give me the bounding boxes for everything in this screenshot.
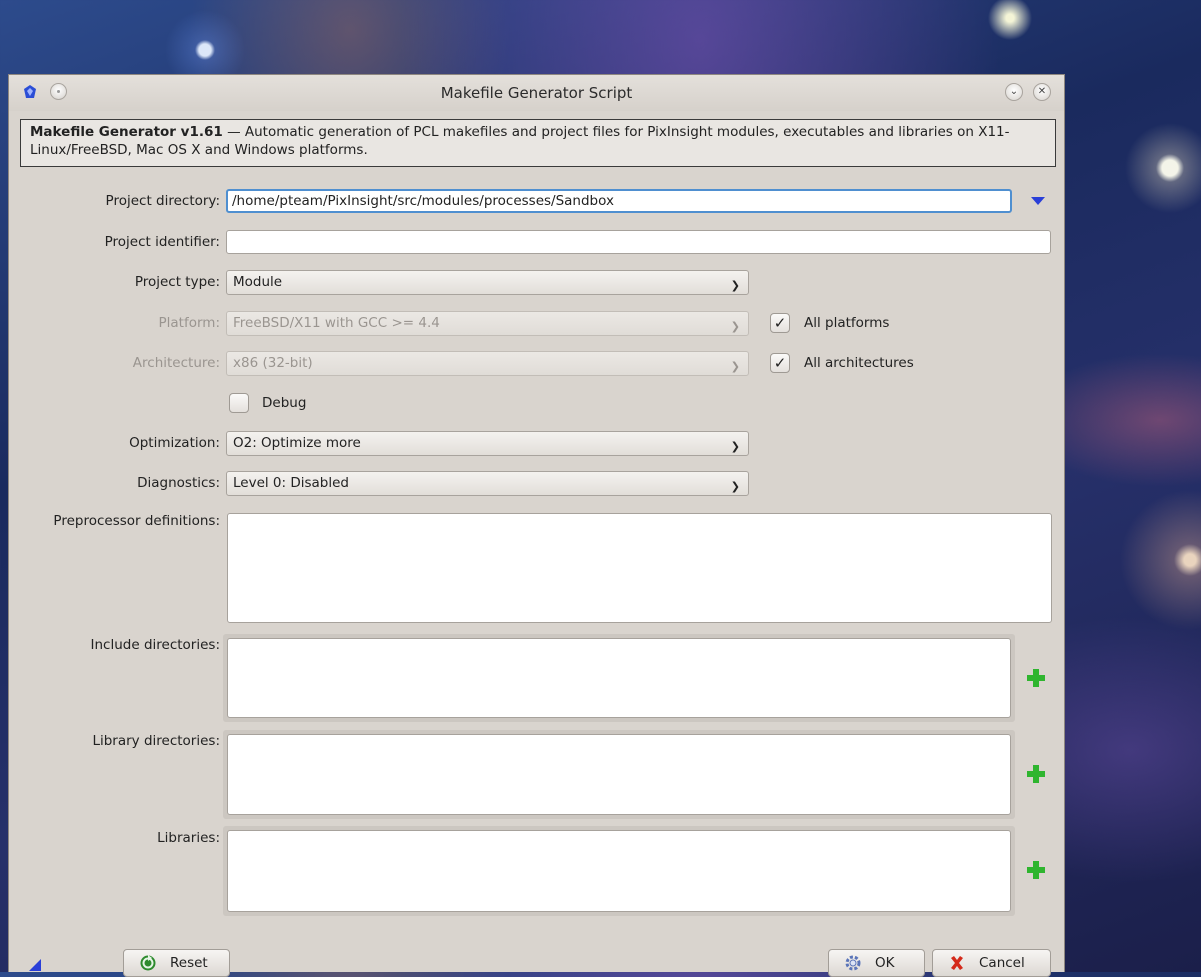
debug-checkbox[interactable] xyxy=(229,393,249,413)
libraries-list[interactable] xyxy=(227,830,1011,912)
chevron-down-icon: ❯ xyxy=(730,480,740,493)
library-directories-list[interactable] xyxy=(227,734,1011,815)
chevron-down-icon: ❯ xyxy=(730,440,740,453)
reset-button[interactable]: Reset xyxy=(123,949,230,977)
window-title: Makefile Generator Script xyxy=(440,84,633,102)
debug-label[interactable]: Debug xyxy=(262,395,306,411)
chevron-down-icon: ❯ xyxy=(730,279,740,292)
optimization-value: O2: Optimize more xyxy=(233,435,361,451)
close-icon: ✕ xyxy=(1037,86,1047,97)
include-directories-list[interactable] xyxy=(227,638,1011,718)
ok-label: OK xyxy=(875,955,895,971)
cancel-button[interactable]: Cancel xyxy=(932,949,1051,977)
project-identifier-label: Project identifier: xyxy=(104,234,220,250)
libraries-label: Libraries: xyxy=(157,830,220,846)
chevron-down-icon: ❯ xyxy=(730,320,740,333)
gear-ok-icon xyxy=(845,955,861,971)
all-architectures-label[interactable]: All architectures xyxy=(804,355,914,371)
platform-select: FreeBSD/X11 with GCC >= 4.4 ❯ xyxy=(226,311,749,336)
platform-value: FreeBSD/X11 with GCC >= 4.4 xyxy=(233,315,440,331)
diagnostics-label: Diagnostics: xyxy=(137,475,220,491)
preprocessor-label: Preprocessor definitions: xyxy=(53,513,220,529)
project-type-value: Module xyxy=(233,274,283,290)
reset-icon xyxy=(140,955,156,971)
ok-button[interactable]: OK xyxy=(828,949,925,977)
optimization-label: Optimization: xyxy=(129,435,220,451)
preprocessor-textarea[interactable] xyxy=(227,513,1052,623)
add-library-directory-button[interactable] xyxy=(1027,765,1045,783)
diagnostics-select[interactable]: Level 0: Disabled ❯ xyxy=(226,471,749,496)
checkmark-icon: ✓ xyxy=(773,314,787,332)
dropdown-triangle-icon[interactable] xyxy=(1030,195,1046,207)
optimization-select[interactable]: O2: Optimize more ❯ xyxy=(226,431,749,456)
all-architectures-checkbox[interactable]: ✓ xyxy=(770,353,790,373)
red-x-icon xyxy=(951,956,963,970)
project-identifier-input[interactable] xyxy=(226,230,1051,254)
chevron-down-icon: ❯ xyxy=(730,360,740,373)
project-type-label: Project type: xyxy=(134,274,220,290)
architecture-select: x86 (32-bit) ❯ xyxy=(226,351,749,376)
cancel-label: Cancel xyxy=(979,955,1025,971)
platform-label: Platform: xyxy=(158,315,220,331)
minimize-button[interactable]: ⌄ xyxy=(1005,83,1023,101)
info-box: Makefile Generator v1.61 — Automatic gen… xyxy=(20,119,1056,167)
architecture-value: x86 (32-bit) xyxy=(233,355,313,371)
add-include-directory-button[interactable] xyxy=(1027,669,1045,687)
dialog-window: Makefile Generator Script ⌄ ✕ Makefile G… xyxy=(8,74,1065,977)
library-directories-label: Library directories: xyxy=(92,733,220,749)
project-type-select[interactable]: Module ❯ xyxy=(226,270,749,295)
diagnostics-value: Level 0: Disabled xyxy=(233,475,350,491)
chevron-down-icon: ⌄ xyxy=(1009,86,1019,97)
resize-corner-icon[interactable] xyxy=(29,959,41,971)
all-platforms-checkbox[interactable]: ✓ xyxy=(770,313,790,333)
add-library-button[interactable] xyxy=(1027,861,1045,879)
close-button[interactable]: ✕ xyxy=(1033,83,1051,101)
all-platforms-label[interactable]: All platforms xyxy=(804,315,889,331)
info-heading: Makefile Generator v1.61 xyxy=(30,124,223,140)
checkmark-icon: ✓ xyxy=(773,354,787,372)
reset-label: Reset xyxy=(170,955,208,971)
title-bar[interactable]: Makefile Generator Script ⌄ ✕ xyxy=(9,75,1064,111)
include-directories-label: Include directories: xyxy=(90,637,220,653)
project-directory-input[interactable]: /home/pteam/PixInsight/src/modules/proce… xyxy=(226,189,1012,213)
architecture-label: Architecture: xyxy=(132,355,220,371)
project-directory-label: Project directory: xyxy=(105,193,220,209)
